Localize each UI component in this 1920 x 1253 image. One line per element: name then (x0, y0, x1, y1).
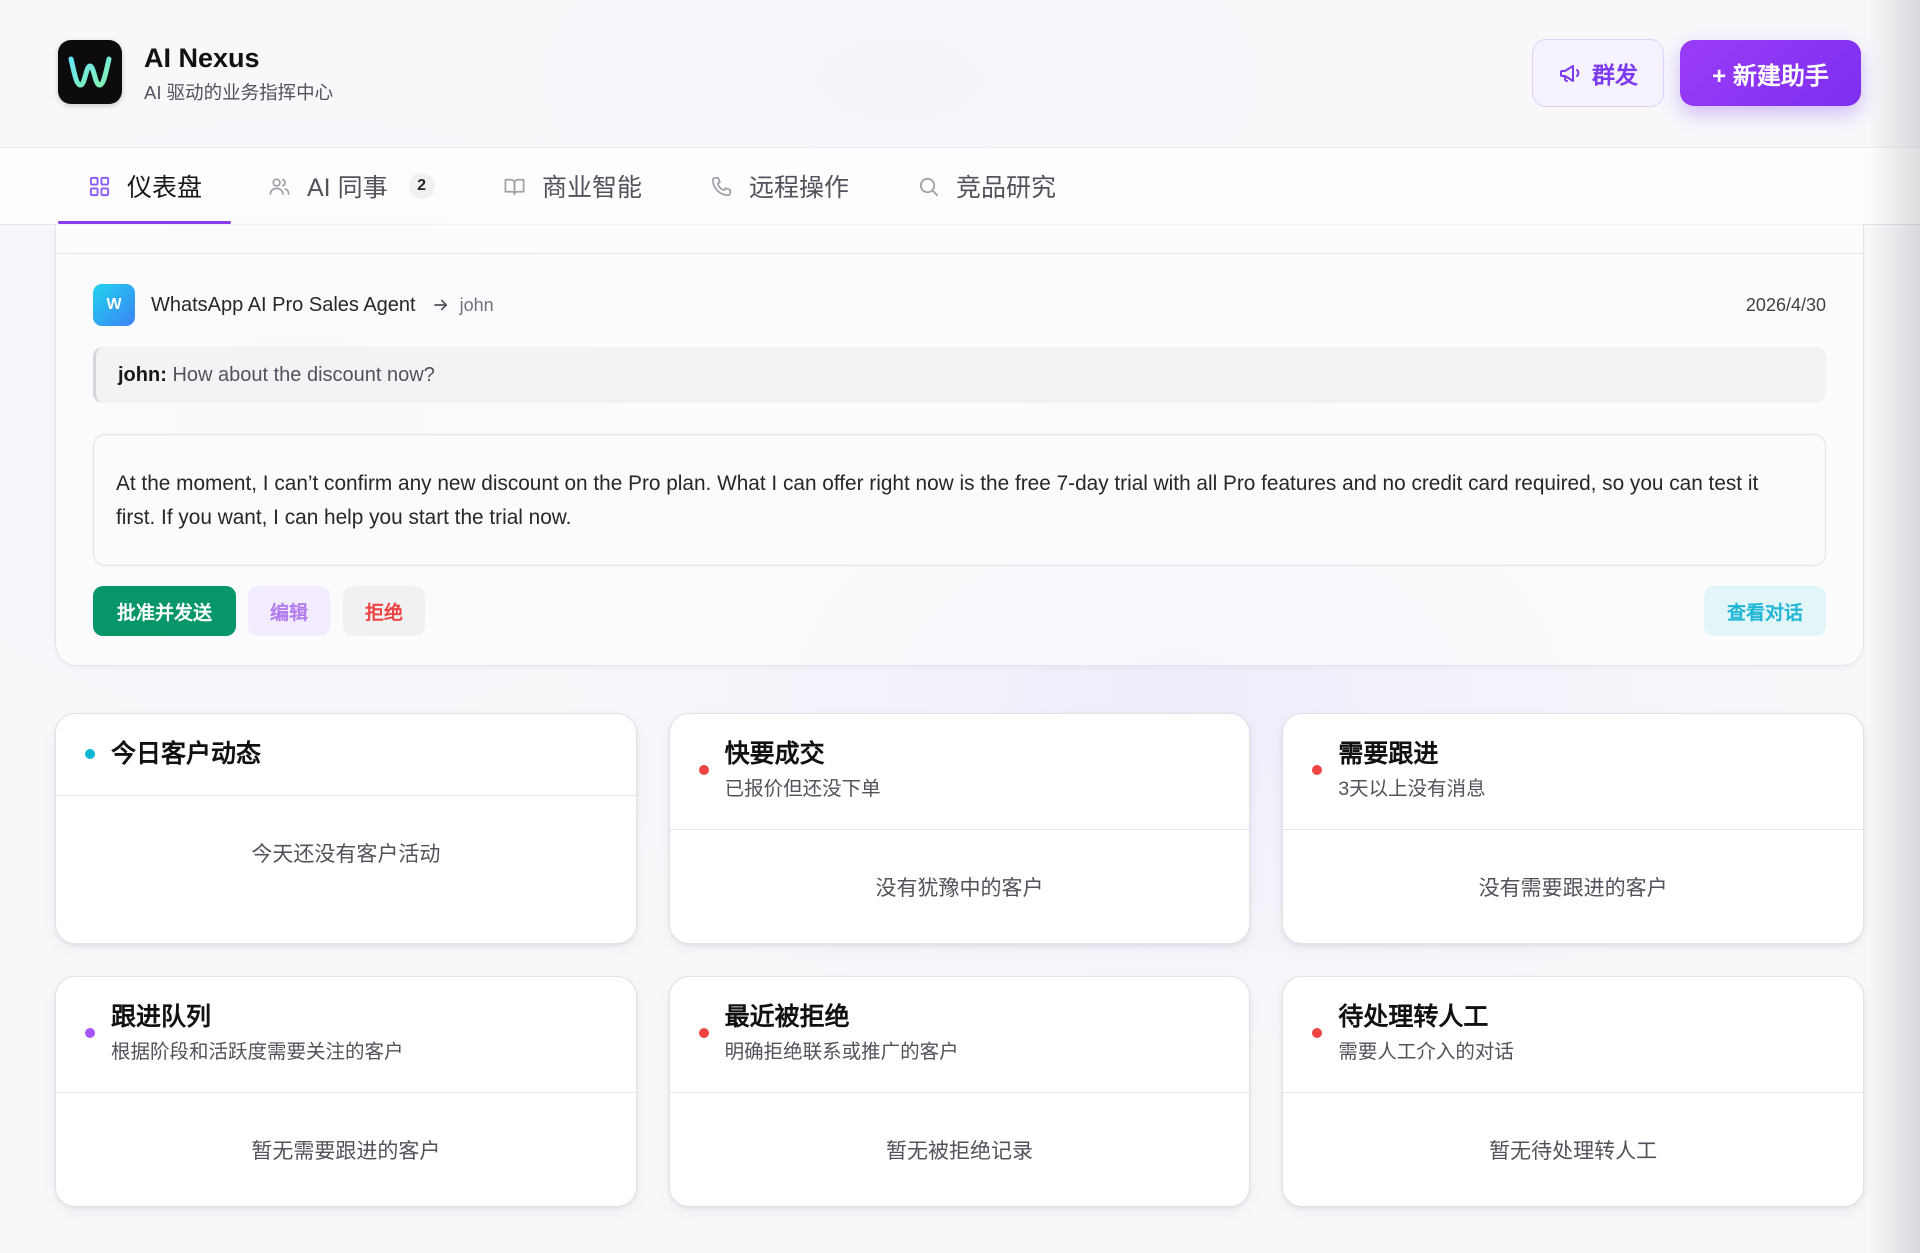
status-dot (85, 749, 95, 759)
panel-empty-text: 没有犹豫中的客户 (875, 877, 1044, 900)
incoming-message: john: How about the discount now? (93, 347, 1826, 403)
megaphone-icon (1560, 65, 1580, 82)
tab-label: AI 同事 (307, 174, 388, 202)
agent-name: WhatsApp AI Pro Sales Agent (151, 293, 416, 316)
panel-title: 待处理转人工 (1338, 1003, 1489, 1031)
panel-header: 快要成交 已报价但还没下单 (669, 714, 1250, 830)
panel-empty-text: 暂无需要跟进的客户 (251, 1140, 441, 1163)
panel-empty-text: 暂无待处理转人工 (1489, 1140, 1658, 1163)
status-dot (1312, 1028, 1323, 1038)
status-dot (698, 1028, 709, 1038)
panel-header: 待处理转人工 需要人工介入的对话 (1283, 977, 1863, 1093)
panel-header: 今日客户动态 (56, 714, 636, 796)
panel-pending-handoff: 待处理转人工 需要人工介入的对话 暂无待处理转人工 (1282, 976, 1864, 1207)
panel-subtitle: 明确拒绝联系或推广的客户 (724, 1041, 959, 1063)
tab-label: 竞品研究 (956, 174, 1057, 202)
panel-subtitle: 3天以上没有消息 (1338, 778, 1486, 800)
app-tagline: AI 驱动的业务指挥中心 (144, 82, 334, 103)
grid-icon (89, 176, 110, 196)
panel-follow-up-queue: 跟进队列 根据阶段和活跃度需要关注的客户 暂无需要跟进的客户 (55, 976, 637, 1207)
draft-reply: At the moment, I can’t confirm any new d… (93, 434, 1826, 566)
panel-title: 最近被拒绝 (724, 1003, 850, 1031)
book-open-icon (504, 178, 525, 195)
panel-empty-text: 没有需要跟进的客户 (1478, 877, 1668, 900)
panel-needs-follow-up: 需要跟进 3天以上没有消息 没有需要跟进的客户 (1282, 713, 1864, 944)
incoming-text: How about the discount now? (172, 364, 435, 386)
tab-dashboard[interactable]: 仪表盘 (58, 148, 231, 224)
panel-title: 需要跟进 (1338, 740, 1439, 768)
agent-row: W WhatsApp AI Pro Sales Agent john 2026/… (93, 284, 1826, 326)
status-dot (698, 765, 709, 775)
panel-header: 最近被拒绝 明确拒绝联系或推广的客户 (669, 977, 1250, 1093)
card-divider (56, 253, 1863, 254)
recipient-name: john (459, 294, 494, 315)
edit-button[interactable]: 编辑 (248, 586, 330, 636)
status-dot (1312, 765, 1323, 775)
tab-remote-operations[interactable]: 远程操作 (680, 148, 878, 224)
panel-header: 跟进队列 根据阶段和活跃度需要关注的客户 (56, 977, 636, 1093)
app-logo[interactable] (58, 40, 122, 104)
reject-button[interactable]: 拒绝 (343, 586, 425, 636)
users-icon (269, 177, 290, 195)
tab-business-intelligence[interactable]: 商业智能 (473, 148, 671, 224)
panel-title: 今日客户动态 (111, 740, 262, 768)
tab-count-badge: 2 (408, 173, 435, 199)
broadcast-button[interactable]: 群发 (1532, 39, 1664, 107)
panel-title: 快要成交 (724, 740, 825, 768)
panel-closing-soon: 快要成交 已报价但还没下单 没有犹豫中的客户 (668, 713, 1251, 944)
tab-label: 远程操作 (749, 174, 850, 202)
tab-ai-colleagues[interactable]: AI 同事 2 (238, 148, 464, 224)
new-assistant-button[interactable]: + 新建助手 (1680, 40, 1861, 106)
broadcast-label: 群发 (1592, 62, 1638, 88)
panel-header: 需要跟进 3天以上没有消息 (1283, 714, 1863, 830)
status-panels: 今日客户动态 今天还没有客户活动 快要成交 已报价但还没下单 没有犹豫中的客户 … (55, 713, 1864, 1207)
main-tabs: 仪表盘 AI 同事 2 商业智能 远程操作 竞品研究 (0, 147, 1920, 225)
approve-and-send-button[interactable]: 批准并发送 (93, 586, 236, 636)
panel-empty-text: 暂无被拒绝记录 (885, 1140, 1033, 1163)
waveform-w-logo-icon (68, 56, 112, 88)
panel-title: 跟进队列 (111, 1003, 212, 1031)
app-header: AI Nexus AI 驱动的业务指挥中心 群发 + 新建助手 (0, 0, 1920, 147)
incoming-speaker: john: (118, 364, 167, 386)
search-icon (919, 177, 939, 196)
arrow-right-icon (433, 299, 447, 311)
pending-reply-card: W WhatsApp AI Pro Sales Agent john 2026/… (55, 224, 1864, 666)
app-name: AI Nexus (144, 43, 260, 73)
panel-today-activity: 今日客户动态 今天还没有客户活动 (55, 713, 637, 944)
panel-subtitle: 需要人工介入的对话 (1338, 1041, 1514, 1063)
tab-competitor-research[interactable]: 竞品研究 (887, 148, 1085, 224)
message-date: 2026/4/30 (1745, 294, 1826, 315)
phone-icon (712, 176, 731, 196)
view-conversation-button[interactable]: 查看对话 (1704, 586, 1826, 636)
status-dot (85, 1028, 95, 1038)
tab-label: 商业智能 (542, 174, 643, 202)
panel-recently-rejected: 最近被拒绝 明确拒绝联系或推广的客户 暂无被拒绝记录 (668, 976, 1251, 1207)
panel-subtitle: 根据阶段和活跃度需要关注的客户 (111, 1041, 404, 1063)
panel-subtitle: 已报价但还没下单 (724, 778, 881, 800)
agent-avatar: W (93, 284, 135, 326)
tab-label: 仪表盘 (127, 174, 203, 202)
panel-empty-text: 今天还没有客户活动 (251, 843, 441, 866)
